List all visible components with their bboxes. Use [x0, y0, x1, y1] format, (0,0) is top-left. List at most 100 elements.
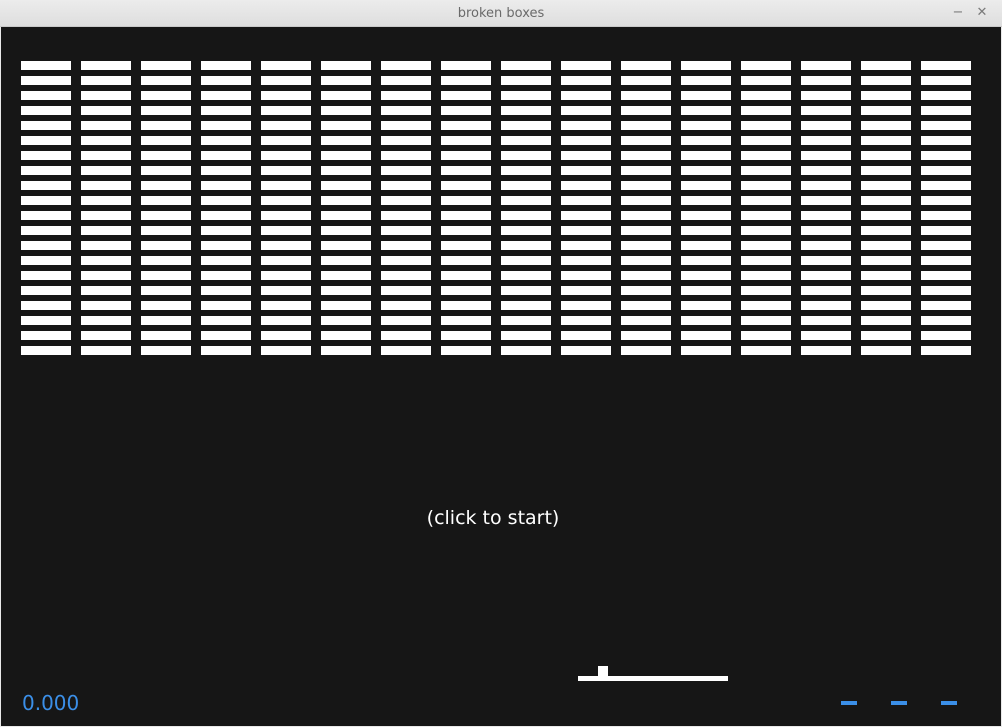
brick: [381, 121, 431, 130]
title-bar[interactable]: broken boxes − ✕: [0, 0, 1002, 27]
brick: [141, 91, 191, 100]
brick: [201, 241, 251, 250]
brick: [801, 76, 851, 85]
brick: [261, 121, 311, 130]
brick: [141, 271, 191, 280]
brick: [861, 301, 911, 310]
brick: [201, 136, 251, 145]
brick: [741, 121, 791, 130]
brick: [441, 241, 491, 250]
brick: [261, 166, 311, 175]
brick: [21, 181, 71, 190]
brick: [921, 166, 971, 175]
brick: [261, 316, 311, 325]
paddle[interactable]: [578, 676, 728, 681]
brick: [381, 226, 431, 235]
brick: [201, 256, 251, 265]
brick: [381, 331, 431, 340]
brick: [801, 256, 851, 265]
brick: [381, 271, 431, 280]
brick: [321, 76, 371, 85]
brick: [381, 181, 431, 190]
brick: [561, 91, 611, 100]
brick: [441, 166, 491, 175]
brick: [501, 121, 551, 130]
brick: [21, 226, 71, 235]
brick: [261, 271, 311, 280]
brick: [861, 271, 911, 280]
brick: [201, 61, 251, 70]
brick: [141, 121, 191, 130]
minimize-button[interactable]: −: [949, 4, 967, 22]
brick: [561, 331, 611, 340]
brick: [321, 61, 371, 70]
brick: [441, 136, 491, 145]
brick: [81, 331, 131, 340]
brick: [321, 256, 371, 265]
brick: [861, 151, 911, 160]
brick: [201, 121, 251, 130]
brick: [441, 256, 491, 265]
brick: [321, 346, 371, 355]
brick: [681, 106, 731, 115]
brick: [441, 61, 491, 70]
brick: [921, 196, 971, 205]
brick: [861, 346, 911, 355]
brick: [201, 346, 251, 355]
brick: [921, 61, 971, 70]
brick: [81, 196, 131, 205]
brick: [21, 271, 71, 280]
brick: [921, 346, 971, 355]
brick: [261, 196, 311, 205]
brick: [501, 211, 551, 220]
brick: [381, 316, 431, 325]
brick: [861, 211, 911, 220]
brick: [141, 331, 191, 340]
brick: [741, 256, 791, 265]
close-button[interactable]: ✕: [973, 4, 991, 22]
brick: [141, 76, 191, 85]
brick: [801, 151, 851, 160]
brick: [801, 226, 851, 235]
brick: [21, 121, 71, 130]
brick: [201, 271, 251, 280]
brick: [681, 136, 731, 145]
brick: [21, 166, 71, 175]
brick: [321, 286, 371, 295]
brick: [561, 346, 611, 355]
brick: [141, 61, 191, 70]
brick: [801, 196, 851, 205]
brick: [801, 346, 851, 355]
brick: [441, 316, 491, 325]
brick: [81, 346, 131, 355]
brick: [681, 271, 731, 280]
brick: [801, 286, 851, 295]
brick: [681, 256, 731, 265]
brick: [321, 151, 371, 160]
brick: [621, 226, 671, 235]
brick: [261, 91, 311, 100]
brick: [381, 256, 431, 265]
brick: [321, 316, 371, 325]
brick: [381, 151, 431, 160]
brick: [621, 121, 671, 130]
brick: [621, 301, 671, 310]
brick: [681, 301, 731, 310]
brick: [501, 196, 551, 205]
game-canvas[interactable]: (click to start) 0.000: [1, 27, 1001, 726]
brick: [381, 286, 431, 295]
brick: [81, 151, 131, 160]
brick: [501, 241, 551, 250]
brick: [921, 226, 971, 235]
brick: [141, 241, 191, 250]
brick: [261, 211, 311, 220]
brick: [741, 346, 791, 355]
brick: [561, 241, 611, 250]
brick: [441, 301, 491, 310]
brick: [561, 286, 611, 295]
brick: [681, 196, 731, 205]
brick: [681, 286, 731, 295]
brick: [561, 316, 611, 325]
brick: [561, 106, 611, 115]
brick: [921, 286, 971, 295]
